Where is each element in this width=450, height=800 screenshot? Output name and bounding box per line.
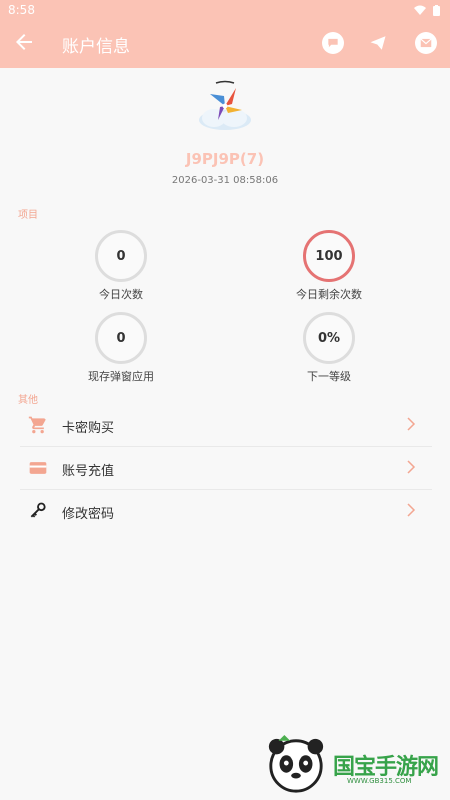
menu-item-buy-card[interactable]: 卡密购买 xyxy=(20,404,432,447)
stat-label: 现存弹窗应用 xyxy=(88,370,154,383)
cart-icon xyxy=(28,416,46,434)
stat-label: 今日剩余次数 xyxy=(296,288,362,301)
stat-value: 100 xyxy=(303,230,355,282)
page-title: 账户信息 xyxy=(62,37,130,57)
chevron-right-icon xyxy=(407,417,416,431)
avatar xyxy=(196,80,254,132)
menu-item-recharge[interactable]: 账号充值 xyxy=(20,447,432,490)
status-bar: 8:58 xyxy=(0,0,450,20)
send-button[interactable] xyxy=(367,32,389,54)
status-icons xyxy=(413,3,440,16)
chevron-right-icon xyxy=(407,503,416,517)
panda-logo-icon xyxy=(268,734,324,793)
pinwheel-logo-icon xyxy=(199,80,251,130)
timestamp: 2026-03-31 08:58:06 xyxy=(171,175,279,186)
section-label-items: 项目 xyxy=(18,210,38,221)
battery-icon xyxy=(433,4,440,16)
stat-value: 0% xyxy=(303,312,355,364)
chat-button[interactable] xyxy=(322,32,344,54)
status-time: 8:58 xyxy=(8,3,35,17)
stat-popup-apps: 0 现存弹窗应用 xyxy=(51,312,191,384)
arrow-left-icon xyxy=(16,34,32,50)
wifi-icon xyxy=(413,5,426,15)
stat-label: 下一等级 xyxy=(307,370,351,383)
username: J9PJ9P(7) xyxy=(185,150,265,168)
menu-label: 修改密码 xyxy=(62,507,115,522)
watermark-url: WWW.GB315.COM xyxy=(347,777,412,785)
send-icon xyxy=(370,36,386,50)
stat-value: 0 xyxy=(95,230,147,282)
mail-button[interactable] xyxy=(415,32,437,54)
watermark: 国宝手游网 WWW.GB315.COM xyxy=(263,733,443,797)
credit-card-icon xyxy=(29,462,47,474)
key-icon xyxy=(30,502,46,518)
chevron-right-icon xyxy=(407,460,416,474)
stat-next-level: 0% 下一等级 xyxy=(259,312,399,384)
chat-icon xyxy=(328,38,338,48)
back-button[interactable] xyxy=(12,30,36,54)
menu-label: 卡密购买 xyxy=(62,421,115,436)
menu-label: 账号充值 xyxy=(62,464,115,479)
stat-label: 今日次数 xyxy=(99,288,143,301)
stat-remaining-count: 100 今日剩余次数 xyxy=(259,230,399,302)
stat-value: 0 xyxy=(95,312,147,364)
app-bar: 账户信息 xyxy=(0,20,450,68)
menu-item-change-password[interactable]: 修改密码 xyxy=(20,490,432,532)
mail-icon xyxy=(420,38,432,48)
stat-today-count: 0 今日次数 xyxy=(51,230,191,302)
